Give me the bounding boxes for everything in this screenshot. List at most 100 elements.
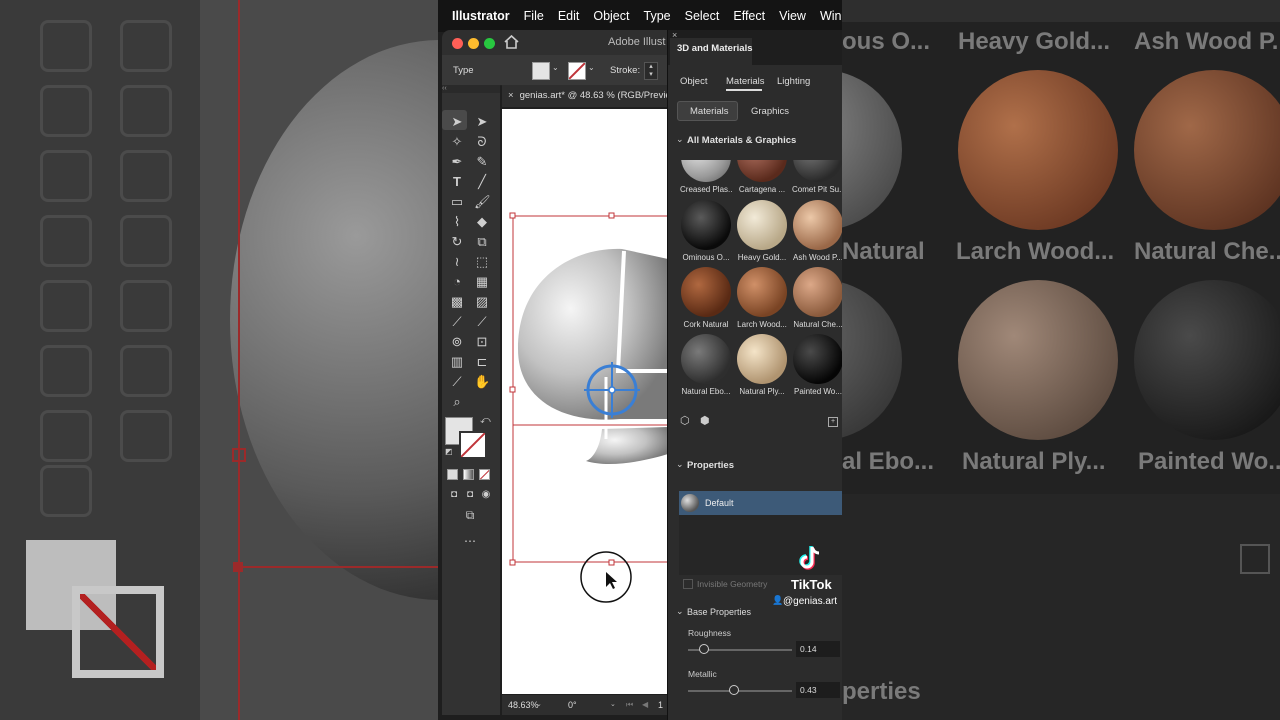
first-page-icon[interactable]: ⏮ — [626, 695, 633, 715]
invisible-geometry-checkbox[interactable] — [683, 579, 693, 589]
default-colors-icon[interactable]: ◩ — [445, 447, 453, 456]
chevron-down-icon[interactable]: ⌄ — [676, 459, 684, 470]
add-material-icon[interactable]: ⬡ — [680, 414, 690, 427]
pen-tool-icon[interactable]: ✒ — [449, 154, 465, 170]
stroke-color-box[interactable] — [459, 431, 487, 459]
zoom-level[interactable]: 48.63% — [508, 695, 539, 715]
add-icon[interactable]: + — [828, 417, 838, 427]
tab-lighting[interactable]: Lighting — [777, 76, 810, 87]
eyedropper-tool-icon[interactable]: ⟋ — [449, 314, 465, 330]
none-mode-icon[interactable] — [479, 469, 490, 480]
menu-view[interactable]: View — [779, 9, 806, 23]
gradient-tool-icon[interactable]: ▨ — [474, 294, 490, 310]
chevron-down-icon[interactable]: ⌄ — [676, 134, 684, 145]
chevron-down-icon[interactable]: ⌄ — [588, 63, 595, 72]
material-item[interactable]: Painted Wo... — [792, 332, 842, 396]
slice-tool-icon[interactable]: ⟋ — [449, 374, 465, 390]
metallic-slider-handle[interactable] — [728, 685, 739, 695]
menu-type[interactable]: Type — [644, 9, 671, 23]
color-mode-icon[interactable] — [447, 469, 458, 480]
subtab-graphics[interactable]: Graphics — [751, 106, 789, 117]
material-item[interactable]: Natural Ply... — [736, 332, 788, 396]
chevron-down-icon[interactable]: ⌄ — [552, 63, 559, 72]
symbol-sprayer-tool-icon[interactable]: ⊡ — [474, 334, 490, 350]
stroke-swatch[interactable] — [568, 62, 586, 80]
rectangle-tool-icon[interactable]: ▭ — [449, 194, 465, 210]
eyedropper-alt-tool-icon[interactable]: ⟋ — [474, 314, 490, 330]
minimize-window-button[interactable] — [468, 38, 479, 49]
menu-object[interactable]: Object — [593, 9, 629, 23]
artwork-canvas[interactable] — [502, 109, 668, 694]
material-item[interactable]: Heavy Gold... — [736, 198, 788, 262]
menu-select[interactable]: Select — [685, 9, 720, 23]
paintbrush-tool-icon[interactable]: 🖌 — [474, 194, 491, 210]
lasso-tool-icon[interactable]: ᘐ — [474, 134, 490, 150]
fill-swatch[interactable] — [532, 62, 550, 80]
tab-materials[interactable]: Materials — [726, 76, 765, 87]
curvature-tool-icon[interactable]: ✎ — [474, 154, 490, 170]
material-item[interactable]: Larch Wood... — [736, 265, 788, 329]
free-transform-tool-icon[interactable]: ⬚ — [474, 254, 490, 270]
perspective-grid-tool-icon[interactable]: ▦ — [474, 274, 490, 290]
rotation-angle[interactable]: 0° — [568, 695, 577, 715]
tab-object[interactable]: Object — [680, 76, 707, 87]
material-item[interactable]: Cork Natural — [680, 265, 732, 329]
swap-colors-icon[interactable]: ⤺ — [480, 415, 491, 426]
screen-mode-icon[interactable]: ⧉ — [462, 507, 478, 523]
page-number[interactable]: 1 — [658, 695, 663, 715]
shaper-tool-icon[interactable]: ⌇ — [449, 214, 465, 230]
line-tool-icon[interactable]: ╱ — [474, 174, 490, 190]
gradient-mode-icon[interactable] — [463, 469, 474, 480]
home-icon[interactable] — [504, 35, 519, 49]
metallic-slider-track[interactable] — [688, 690, 792, 692]
collapse-icon[interactable]: ‹‹ — [442, 85, 500, 93]
zoom-window-button[interactable] — [484, 38, 495, 49]
close-window-button[interactable] — [452, 38, 463, 49]
draw-behind-icon[interactable]: ◘ — [462, 487, 478, 503]
bg-material-sphere — [958, 70, 1118, 230]
more-tools-icon[interactable]: ⋯ — [462, 533, 478, 549]
material-item[interactable]: Ominous O... — [680, 198, 732, 262]
stroke-stepper[interactable]: ▴ ▾ — [644, 62, 658, 80]
hand-tool-icon[interactable]: ✋ — [474, 374, 490, 390]
metallic-value[interactable]: 0.43 — [796, 682, 840, 698]
material-item[interactable]: Creased Plas... — [680, 160, 732, 194]
add-graphic-icon[interactable]: ⬢ — [700, 414, 710, 427]
chevron-down-icon[interactable]: ⌄ — [610, 695, 616, 715]
material-item[interactable]: Natural Che... — [792, 265, 842, 329]
column-graph-tool-icon[interactable]: ▥ — [449, 354, 465, 370]
bg-label: Natural Ply... — [962, 448, 1106, 475]
shape-builder-tool-icon[interactable]: ◔ — [449, 274, 465, 290]
material-item[interactable]: Natural Ebo... — [680, 332, 732, 396]
menu-edit[interactable]: Edit — [558, 9, 580, 23]
material-item[interactable]: Cartagena ... — [736, 160, 788, 194]
prev-page-icon[interactable]: ◀ — [642, 695, 648, 715]
draw-inside-icon[interactable]: ◉ — [478, 487, 494, 503]
chevron-down-icon[interactable]: ⌄ — [676, 606, 684, 617]
blend-tool-icon[interactable]: ⊚ — [449, 334, 465, 350]
zoom-tool-icon[interactable]: ⌕ — [449, 394, 465, 410]
warp-tool-icon[interactable]: ≀ — [449, 254, 465, 270]
draw-normal-icon[interactable]: ◘ — [446, 487, 462, 503]
mesh-tool-icon[interactable]: ▩ — [449, 294, 465, 310]
menu-app-name[interactable]: Illustrator — [452, 9, 510, 23]
default-material-row[interactable]: Default — [679, 491, 842, 515]
menu-file[interactable]: File — [524, 9, 544, 23]
menu-window[interactable]: Win — [820, 9, 842, 23]
artboard-tool-icon[interactable]: ⊏ — [474, 354, 490, 370]
close-tab-icon[interactable]: × — [508, 90, 514, 101]
type-tool-icon[interactable]: T — [449, 174, 465, 190]
rotate-tool-icon[interactable]: ↻ — [449, 234, 465, 250]
eraser-tool-icon[interactable]: ◆ — [474, 214, 490, 230]
menu-effect[interactable]: Effect — [733, 9, 765, 23]
direct-selection-tool-icon[interactable]: ➤ — [474, 114, 490, 130]
roughness-slider-handle[interactable] — [698, 644, 709, 654]
scale-tool-icon[interactable]: ⧉ — [474, 234, 490, 250]
material-item[interactable]: Ash Wood P... — [792, 198, 842, 262]
material-item[interactable]: Comet Pit Su... — [792, 160, 842, 194]
magic-wand-tool-icon[interactable]: ✧ — [449, 134, 465, 150]
artboard[interactable] — [502, 109, 668, 694]
roughness-value[interactable]: 0.14 — [796, 641, 840, 657]
chevron-down-icon[interactable]: ⌄ — [536, 695, 542, 715]
selection-tool-icon[interactable]: ➤ — [449, 114, 465, 130]
